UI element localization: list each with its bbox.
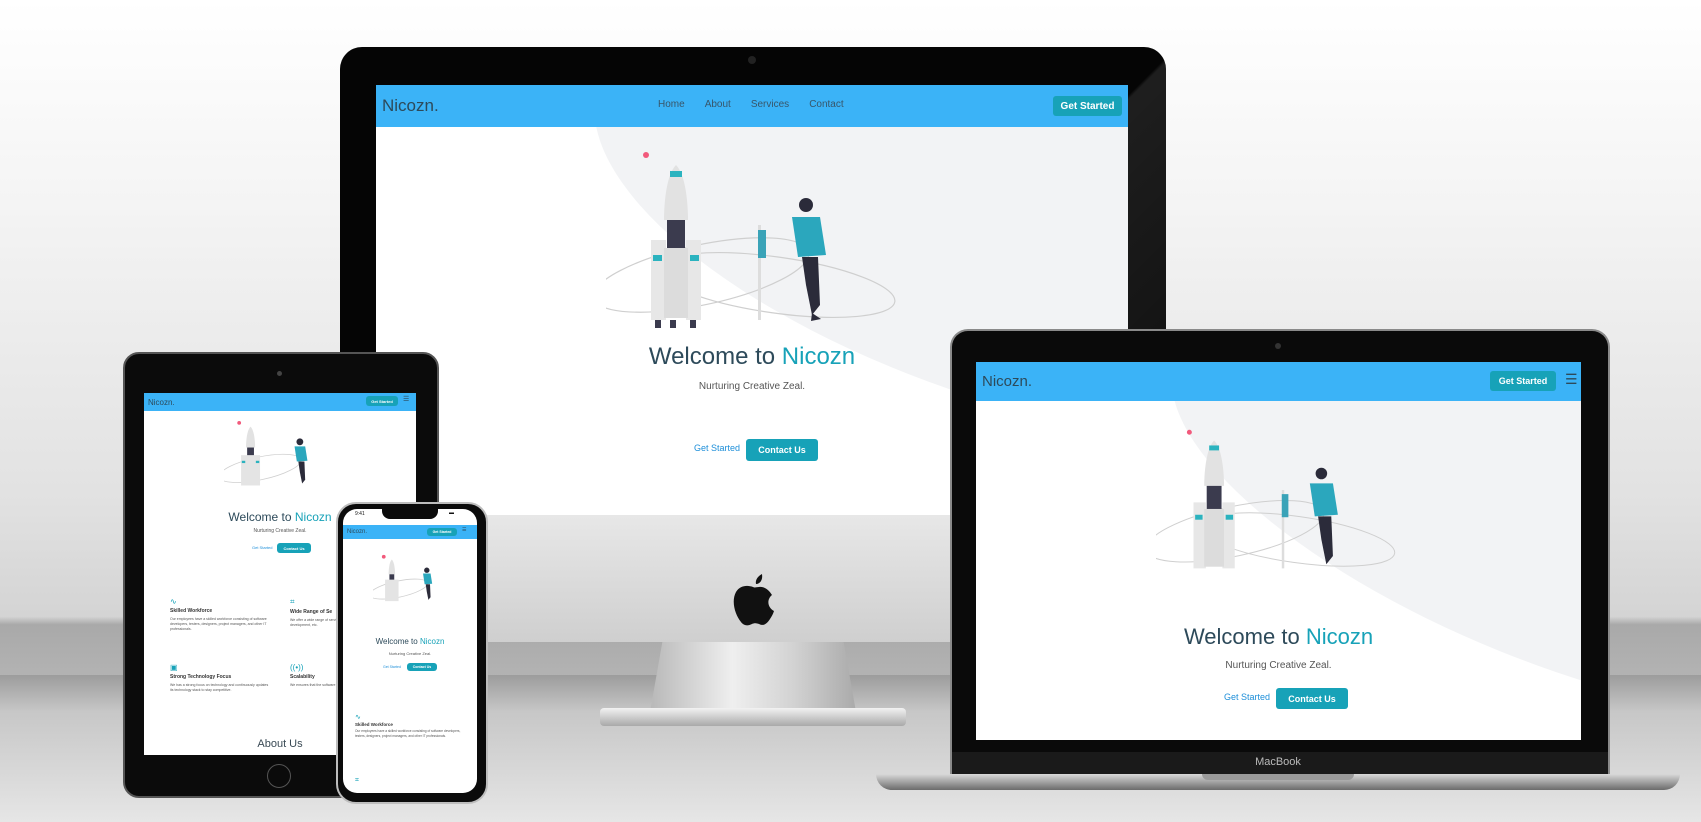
status-time: 9:41: [355, 511, 365, 517]
laptop-label: MacBook: [1255, 756, 1301, 768]
brand-logo[interactable]: Nicozn.: [382, 96, 439, 116]
get-started-button[interactable]: Get Started: [366, 396, 398, 406]
hero-get-started-link[interactable]: Get Started: [252, 545, 272, 550]
feature-title: Strong Technology Focus: [170, 674, 232, 680]
hero-get-started-link[interactable]: Get Started: [1224, 692, 1270, 702]
hero-title: Welcome to Nicozn: [1183, 624, 1374, 649]
tablet-home-button: [267, 764, 291, 788]
nav-about[interactable]: About: [705, 99, 731, 110]
get-started-button[interactable]: Get Started: [427, 528, 457, 536]
tablet-camera: [277, 371, 282, 376]
imac-camera: [748, 56, 756, 64]
hero-contact-button[interactable]: Contact Us: [746, 439, 818, 461]
laptop-screen: Nicozn. Get Started ☰ Welcome to Nicozn …: [976, 362, 1581, 740]
brand-logo[interactable]: Nicozn.: [347, 529, 367, 535]
hero-illustration: [373, 554, 433, 602]
imac-base: [600, 708, 906, 726]
menu-icon[interactable]: ☰: [462, 527, 466, 533]
brand-logo[interactable]: Nicozn.: [148, 398, 175, 407]
hero-contact-button[interactable]: Contact Us: [277, 543, 311, 553]
nav-services[interactable]: Services: [751, 99, 789, 110]
hero-contact-button[interactable]: Contact Us: [1276, 688, 1348, 709]
hero-tagline: Nurturing Creative Zeal.: [388, 651, 432, 656]
hero-get-started-link[interactable]: Get Started: [694, 443, 740, 453]
laptop-camera: [1275, 343, 1281, 349]
laptop-notch: [1202, 774, 1354, 780]
hero-contact-button[interactable]: Contact Us: [407, 663, 437, 671]
calendar-icon: ▣: [170, 663, 178, 672]
menu-icon[interactable]: ☰: [403, 395, 409, 403]
hero-title: Welcome to Nicozn: [375, 637, 445, 646]
phone-notch: [382, 509, 438, 519]
crop-icon: ⌗: [355, 777, 359, 784]
nav-home[interactable]: Home: [658, 99, 685, 110]
pulse-icon: ∿: [170, 597, 177, 606]
get-started-button[interactable]: Get Started: [1490, 371, 1556, 391]
feature-title: Skilled Workforce: [355, 722, 393, 727]
imac-stand: [650, 642, 856, 712]
apple-logo-icon: [733, 574, 774, 626]
feature-card: ▣ Strong Technology Focus We has a stron…: [170, 663, 270, 693]
hero-get-started-link[interactable]: Get Started: [383, 665, 401, 669]
feature-text: Our employees have a skilled workforce c…: [355, 729, 461, 738]
hero-tagline: Nurturing Creative Zeal.: [1225, 660, 1332, 671]
feature-text: We has a strong focus on technology and …: [170, 683, 269, 692]
battery-icon: ▬: [449, 510, 454, 516]
hero-illustration: [606, 152, 896, 328]
feature-title: Skilled Workforce: [170, 608, 213, 614]
brand-logo[interactable]: Nicozn.: [982, 373, 1032, 390]
feature-text: Our employees have a skilled workforce c…: [170, 617, 267, 631]
feature-card: ∿ Skilled Workforce Our employees have a…: [170, 597, 270, 632]
nav-contact[interactable]: Contact: [809, 99, 843, 110]
hero-illustration: [1156, 429, 1396, 569]
menu-icon[interactable]: ☰: [1565, 371, 1578, 388]
pulse-icon: ∿: [355, 714, 361, 721]
get-started-button[interactable]: Get Started: [1053, 96, 1122, 116]
feature-card: ∿ Skilled Workforce Our employees have a…: [355, 713, 465, 738]
phone-screen: 9:41 ▬ Nicozn. Get Started ☰ Welcome to …: [343, 509, 477, 793]
hero-illustration: [224, 420, 308, 486]
